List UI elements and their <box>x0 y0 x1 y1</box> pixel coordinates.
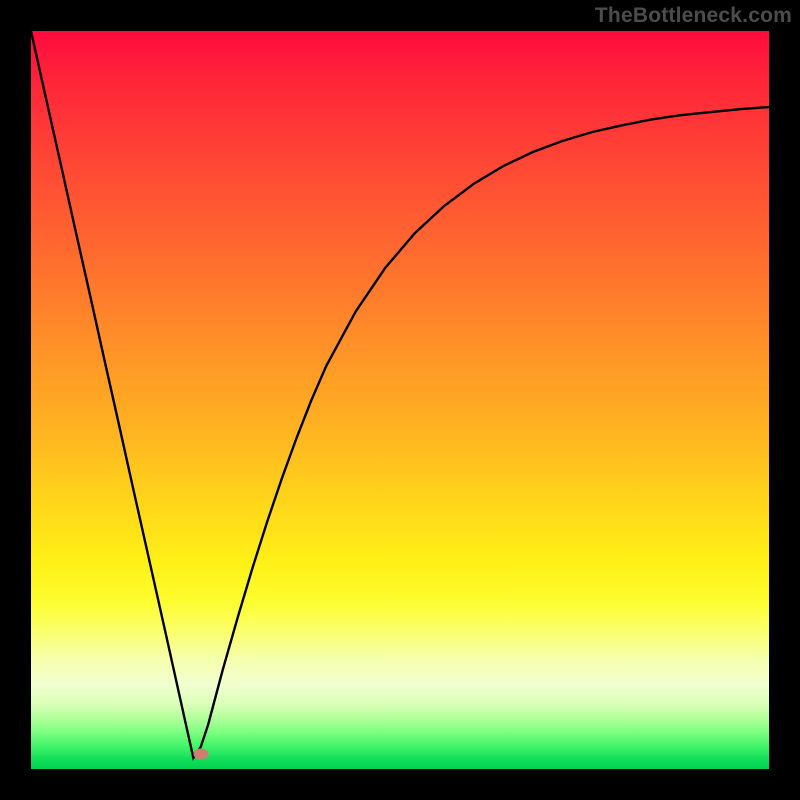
curve-layer <box>31 31 769 769</box>
bottleneck-curve <box>31 31 769 758</box>
optimum-marker <box>193 749 208 760</box>
watermark-text: TheBottleneck.com <box>595 4 792 28</box>
chart-frame: TheBottleneck.com <box>0 0 800 800</box>
plot-area <box>31 31 769 769</box>
